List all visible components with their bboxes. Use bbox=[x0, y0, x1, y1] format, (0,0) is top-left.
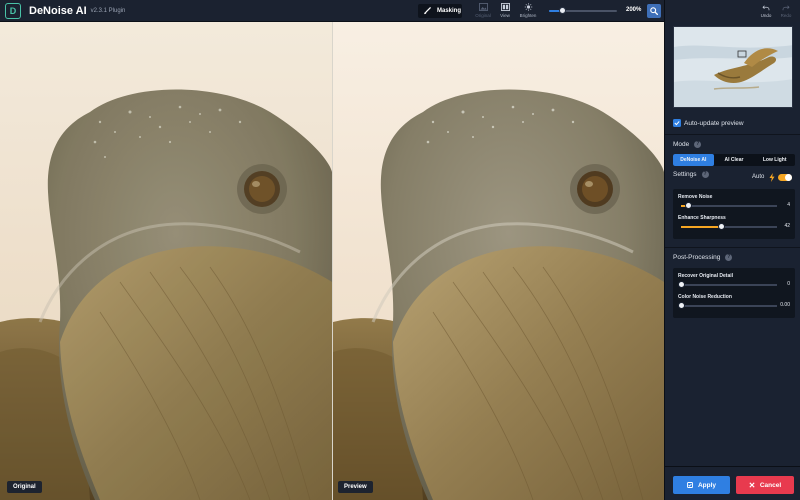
auto-label: Auto bbox=[752, 174, 765, 180]
mode-low-light[interactable]: Low Light bbox=[754, 154, 795, 166]
undo-label: Undo bbox=[760, 12, 772, 18]
thumbnail-image bbox=[674, 27, 792, 107]
zoom-slider-handle[interactable] bbox=[559, 7, 567, 14]
settings-sliders: Remove Noise 4 Enhance Sharpness 42 bbox=[673, 189, 795, 239]
mode-ai-clear[interactable]: AI Clear bbox=[714, 154, 755, 166]
mode-denoise-ai[interactable]: DeNoise AI bbox=[673, 154, 714, 166]
auto-update-checkbox[interactable] bbox=[673, 119, 681, 127]
divider bbox=[665, 247, 800, 248]
preview-pelican-image bbox=[333, 22, 664, 500]
slider-handle[interactable] bbox=[677, 302, 685, 309]
undo-redo-bar: Undo Redo bbox=[665, 0, 800, 22]
enhance-sharpness-label: Enhance Sharpness bbox=[678, 215, 726, 221]
undo-button[interactable]: Undo bbox=[756, 4, 776, 18]
zoom-slider[interactable] bbox=[549, 7, 617, 14]
color-noise-value: 0.00 bbox=[780, 302, 790, 308]
enhance-sharpness-slider-row: Enhance Sharpness 42 bbox=[673, 213, 795, 234]
remove-noise-value: 4 bbox=[787, 202, 790, 208]
recover-detail-slider[interactable] bbox=[677, 281, 777, 288]
checkmark-icon bbox=[674, 121, 680, 126]
cancel-button[interactable]: Cancel bbox=[736, 476, 794, 494]
post-processing-sliders: Recover Original Detail 0 Color Noise Re… bbox=[673, 268, 795, 318]
view-icon bbox=[500, 3, 510, 11]
top-bar: D DeNoise AI v2.3.1 Plugin Masking Origi… bbox=[0, 0, 664, 22]
mode-title: Mode bbox=[673, 141, 690, 148]
settings-section-title: Settings ? bbox=[673, 171, 709, 178]
masking-button[interactable]: Masking bbox=[418, 4, 462, 18]
sun-icon bbox=[524, 3, 532, 11]
help-icon[interactable]: ? bbox=[725, 254, 733, 261]
post-processing-section-title: Post-Processing ? bbox=[673, 254, 800, 261]
lightning-icon bbox=[769, 173, 775, 182]
color-noise-slider[interactable] bbox=[677, 302, 777, 309]
apply-icon bbox=[687, 482, 693, 488]
recover-detail-slider-row: Recover Original Detail 0 bbox=[673, 271, 795, 292]
color-noise-slider-row: Color Noise Reduction 0.00 bbox=[673, 292, 795, 313]
enhance-sharpness-value: 42 bbox=[784, 223, 790, 229]
zoom-level-label: 200% bbox=[626, 7, 642, 13]
brush-icon bbox=[424, 7, 431, 15]
original-view-button[interactable]: Original bbox=[472, 3, 494, 18]
masking-label: Masking bbox=[437, 8, 462, 14]
apply-label: Apply bbox=[697, 481, 717, 489]
settings-header: Settings ? Auto bbox=[665, 171, 800, 185]
denoise-app: D DeNoise AI v2.3.1 Plugin Masking Origi… bbox=[0, 0, 800, 500]
post-processing-title: Post-Processing bbox=[673, 254, 721, 261]
cancel-label: Cancel bbox=[759, 481, 782, 489]
help-icon[interactable]: ? bbox=[694, 141, 702, 148]
view-label: View bbox=[500, 13, 510, 18]
original-pelican-image bbox=[0, 22, 332, 500]
remove-noise-slider[interactable] bbox=[681, 202, 777, 209]
settings-panel: Undo Redo Auto-update preview Mode ? DeN… bbox=[664, 0, 800, 500]
enhance-sharpness-slider[interactable] bbox=[681, 223, 777, 230]
auto-toggle[interactable] bbox=[778, 174, 792, 181]
preview-image-pane[interactable]: Preview bbox=[333, 22, 664, 500]
auto-update-label: Auto-update preview bbox=[684, 119, 744, 127]
search-icon bbox=[650, 7, 658, 15]
apply-button[interactable]: Apply bbox=[673, 476, 730, 494]
slider-handle[interactable] bbox=[677, 281, 685, 288]
recover-detail-value: 0 bbox=[787, 281, 790, 287]
mode-selector: DeNoise AI AI Clear Low Light bbox=[673, 154, 795, 166]
color-noise-label: Color Noise Reduction bbox=[678, 294, 732, 300]
redo-icon bbox=[782, 4, 790, 10]
divider bbox=[665, 134, 800, 135]
navigator-thumbnail[interactable] bbox=[673, 26, 793, 108]
mode-section-title: Mode ? bbox=[673, 141, 800, 148]
settings-title: Settings bbox=[673, 171, 697, 178]
auto-update-preview-row[interactable]: Auto-update preview bbox=[673, 119, 800, 127]
redo-button[interactable]: Redo bbox=[776, 4, 796, 18]
recover-detail-label: Recover Original Detail bbox=[678, 273, 734, 279]
app-title: DeNoise AI bbox=[29, 4, 87, 17]
remove-noise-label: Remove Noise bbox=[678, 194, 713, 200]
brighten-label: Brighten bbox=[519, 13, 537, 18]
original-view-label: Original bbox=[475, 13, 491, 18]
slider-handle[interactable] bbox=[685, 202, 693, 209]
toggle-knob bbox=[785, 174, 792, 181]
slider-handle[interactable] bbox=[717, 223, 725, 230]
zoom-button[interactable] bbox=[647, 4, 661, 18]
app-logo-icon: D bbox=[5, 2, 21, 19]
original-image-pane[interactable]: Original bbox=[0, 22, 332, 500]
brighten-button[interactable]: Brighten bbox=[517, 3, 539, 18]
original-label: Original bbox=[7, 481, 42, 493]
app-version: v2.3.1 Plugin bbox=[90, 7, 126, 14]
redo-label: Redo bbox=[780, 12, 792, 18]
close-icon bbox=[749, 482, 755, 488]
preview-label: Preview bbox=[338, 481, 373, 493]
remove-noise-slider-row: Remove Noise 4 bbox=[673, 192, 795, 213]
panel-footer: Apply Cancel bbox=[665, 466, 800, 500]
view-button[interactable]: View bbox=[494, 3, 516, 18]
undo-icon bbox=[762, 4, 770, 10]
slider-fill bbox=[681, 226, 722, 228]
help-icon[interactable]: ? bbox=[701, 171, 709, 178]
image-icon bbox=[478, 3, 488, 11]
